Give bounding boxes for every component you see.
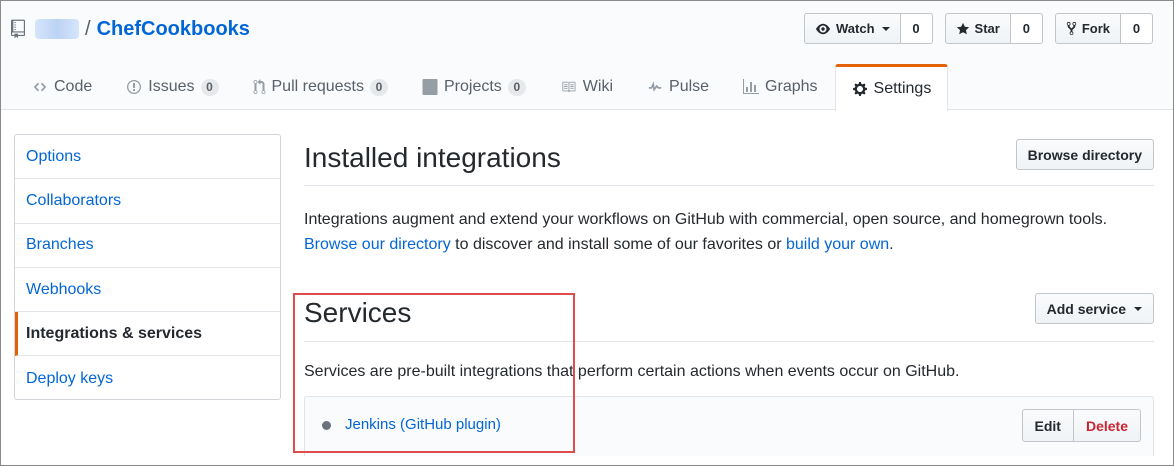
tab-label: Pull requests bbox=[271, 78, 365, 95]
services-title: Services bbox=[304, 297, 412, 328]
integrations-header: Installed integrations Browse directory bbox=[304, 134, 1154, 186]
tab-label: Wiki bbox=[582, 78, 614, 95]
owner-name-redacted[interactable] bbox=[35, 19, 79, 39]
sidebar-item-options[interactable]: Options bbox=[15, 135, 280, 180]
browse-directory-button[interactable]: Browse directory bbox=[1015, 139, 1154, 170]
build-your-own-link[interactable]: build your own bbox=[786, 236, 889, 253]
issue-icon bbox=[127, 80, 142, 94]
tab-label: Code bbox=[54, 78, 93, 95]
sidebar-item-branches[interactable]: Branches bbox=[15, 224, 280, 268]
integrations-title: Installed integrations bbox=[304, 142, 561, 173]
chevron-down-icon bbox=[881, 26, 890, 31]
projects-count-badge: 0 bbox=[507, 78, 526, 96]
add-service-label: Add service bbox=[1046, 300, 1126, 317]
tab-code[interactable]: Code bbox=[15, 63, 109, 110]
star-count[interactable]: 0 bbox=[1010, 13, 1043, 44]
fork-count[interactable]: 0 bbox=[1121, 13, 1153, 44]
tab-pulse[interactable]: Pulse bbox=[630, 63, 726, 110]
tab-label: Pulse bbox=[669, 78, 710, 95]
watch-count[interactable]: 0 bbox=[900, 13, 933, 44]
browser-frame: / ChefCookbooks Watch 0 Star 0 Fork 0 Co… bbox=[0, 0, 1174, 466]
pull-requests-count-badge: 0 bbox=[370, 78, 388, 96]
repo-title: / ChefCookbooks bbox=[11, 15, 250, 43]
graph-icon bbox=[743, 79, 760, 94]
tab-wiki[interactable]: Wiki bbox=[543, 63, 630, 110]
eye-icon bbox=[816, 23, 830, 34]
book-icon bbox=[562, 81, 576, 93]
integrations-description: Integrations augment and extend your wor… bbox=[304, 207, 1154, 257]
pull-request-icon bbox=[253, 79, 265, 95]
service-list-item: Jenkins (GitHub plugin) Edit Delete bbox=[304, 396, 1154, 456]
watch-button[interactable]: Watch bbox=[804, 13, 901, 44]
star-label: Star bbox=[974, 21, 1000, 36]
tab-label: Graphs bbox=[765, 78, 818, 95]
fork-label: Fork bbox=[1081, 21, 1110, 36]
add-service-button[interactable]: Add service bbox=[1034, 293, 1154, 324]
service-link-jenkins[interactable]: Jenkins (GitHub plugin) bbox=[345, 416, 501, 433]
services-description: Services are pre-built integrations that… bbox=[304, 363, 960, 380]
fork-group: Fork 0 bbox=[1054, 13, 1153, 44]
browse-directory-link[interactable]: Browse our directory bbox=[304, 236, 451, 253]
delete-service-button[interactable]: Delete bbox=[1073, 409, 1141, 442]
repo-actions: Watch 0 Star 0 Fork 0 bbox=[804, 13, 1153, 44]
star-button[interactable]: Star bbox=[944, 13, 1011, 44]
tab-pull-requests[interactable]: Pull requests 0 bbox=[236, 63, 406, 110]
sidebar-item-collaborators[interactable]: Collaborators bbox=[15, 179, 280, 224]
tab-label: Issues bbox=[148, 78, 195, 95]
star-group: Star 0 bbox=[944, 13, 1043, 44]
project-icon bbox=[422, 79, 438, 95]
chevron-down-icon bbox=[1134, 306, 1142, 311]
repo-name-link[interactable]: ChefCookbooks bbox=[97, 18, 250, 41]
integrations-desc-line1: Integrations augment and extend your wor… bbox=[304, 211, 1108, 228]
pulse-icon bbox=[648, 81, 662, 92]
fork-button[interactable]: Fork bbox=[1054, 13, 1121, 44]
watch-group: Watch 0 bbox=[804, 13, 933, 44]
integrations-desc-mid: to discover and install some of our favo… bbox=[450, 236, 786, 253]
repo-header: / ChefCookbooks Watch 0 Star 0 Fork 0 Co… bbox=[1, 1, 1173, 111]
sidebar-item-deploy-keys[interactable]: Deploy keys bbox=[15, 356, 280, 400]
fork-icon bbox=[1066, 21, 1077, 36]
repo-nav-tabs: Code Issues 0 Pull requests 0 Projects 0… bbox=[15, 63, 949, 111]
code-icon bbox=[33, 82, 47, 92]
watch-label: Watch bbox=[836, 21, 875, 36]
tab-settings[interactable]: Settings bbox=[834, 64, 949, 111]
sidebar-item-integrations-services[interactable]: Integrations & services bbox=[15, 312, 280, 357]
edit-service-button[interactable]: Edit bbox=[1021, 409, 1074, 442]
settings-main: Installed integrations Browse directory … bbox=[304, 134, 1154, 456]
sidebar-item-webhooks[interactable]: Webhooks bbox=[15, 268, 280, 313]
settings-sidebar: Options Collaborators Branches Webhooks … bbox=[14, 134, 281, 400]
tab-label: Settings bbox=[873, 80, 932, 97]
status-dot-icon bbox=[322, 421, 331, 430]
tab-label: Projects bbox=[444, 78, 502, 95]
integrations-desc-end: . bbox=[889, 236, 894, 253]
star-icon bbox=[956, 22, 969, 34]
service-actions: Edit Delete bbox=[1021, 409, 1141, 442]
issues-count-badge: 0 bbox=[200, 78, 219, 96]
path-separator: / bbox=[85, 17, 91, 40]
tab-graphs[interactable]: Graphs bbox=[726, 63, 834, 110]
services-header: Services Add service bbox=[304, 292, 1154, 342]
tab-issues[interactable]: Issues 0 bbox=[109, 63, 235, 110]
tab-projects[interactable]: Projects 0 bbox=[405, 63, 543, 110]
gear-icon bbox=[852, 82, 867, 96]
repo-icon bbox=[11, 19, 25, 39]
